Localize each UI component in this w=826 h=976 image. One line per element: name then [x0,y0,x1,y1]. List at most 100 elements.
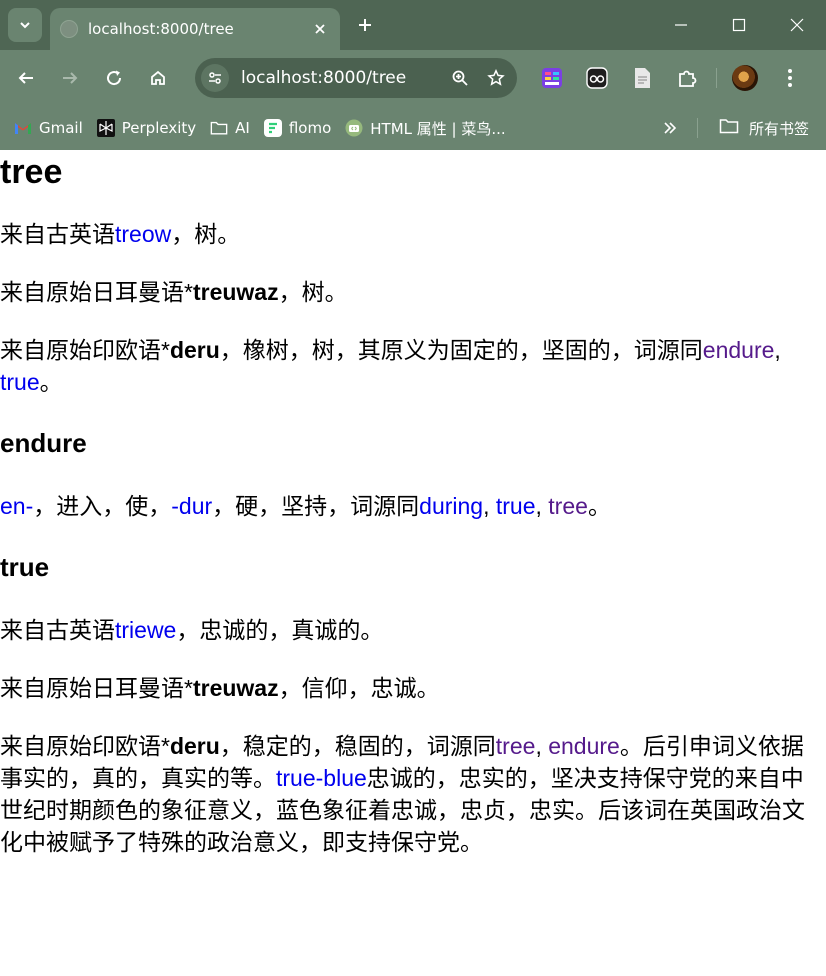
bookmarks-bar: Gmail Perplexity AI flomo HTML 属性 | 菜鸟..… [0,106,826,150]
link-tree[interactable]: tree [548,493,588,519]
home-icon [151,70,165,85]
tab-bar: localhost:8000/tree [0,0,826,50]
tree-paragraph-2: 来自原始日耳曼语*treuwaz，树。 [0,276,826,308]
toolbar: localhost:8000/tree [0,50,826,106]
link-true-blue[interactable]: true-blue [276,765,367,791]
text: ，信仰，忠诚。 [278,675,440,701]
text: , [483,493,496,519]
maximize-icon [732,18,746,32]
tab-title: localhost:8000/tree [88,20,234,38]
zoom-icon[interactable] [445,63,475,93]
extension-glasses-icon[interactable] [579,60,615,96]
bookmark-label: flomo [288,119,332,137]
tree-paragraph-1: 来自古英语treow，树。 [0,218,826,250]
text: 来自原始印欧语* [0,337,170,363]
bookmark-label: AI [235,119,250,137]
bookmark-perplexity[interactable]: Perplexity [96,119,197,137]
bold-root: deru [169,337,220,363]
link-triewe[interactable]: triewe [115,617,176,643]
true-paragraph-2: 来自原始日耳曼语*treuwaz，信仰，忠诚。 [0,672,826,704]
true-paragraph-1: 来自古英语triewe，忠诚的，真诚的。 [0,614,826,646]
tree-paragraph-3: 来自原始印欧语*deru，橡树，树，其原义为固定的，坚固的，词源同endure,… [0,334,826,398]
address-bar[interactable]: localhost:8000/tree [195,58,517,98]
minimize-icon [675,24,687,26]
link-endure[interactable]: endure [703,337,775,363]
link-endure[interactable]: endure [548,733,620,759]
perplexity-icon [96,119,115,137]
text: 。 [587,493,611,519]
link-dur[interactable]: -dur [171,493,212,519]
close-icon[interactable] [310,19,330,39]
minimize-button[interactable] [652,0,710,50]
text: 来自原始日耳曼语* [0,675,193,701]
link-during[interactable]: during [419,493,483,519]
tab-active[interactable]: localhost:8000/tree [50,8,340,50]
all-bookmarks-button[interactable]: 所有书签 [719,106,809,150]
runoob-icon [345,119,363,137]
bookmark-gmail[interactable]: Gmail [14,119,83,137]
bookmark-flomo[interactable]: flomo [263,119,332,137]
close-window-button[interactable] [768,0,826,50]
bold-root: treuwaz [192,279,279,305]
extensions-area [534,60,817,96]
site-info-icon[interactable] [201,64,229,92]
window-controls [652,0,826,50]
extension-doc-icon[interactable] [624,60,660,96]
bookmark-runoob[interactable]: HTML 属性 | 菜鸟... [345,118,506,139]
true-paragraph-3: 来自原始印欧语*deru，稳定的，稳固的，词源同tree, endure。后引申… [0,730,826,858]
back-icon [18,72,33,84]
puzzle-icon[interactable] [669,60,705,96]
flomo-icon [263,119,282,137]
text: 来自原始印欧语* [0,733,170,759]
home-button[interactable] [140,60,176,96]
chevron-double-right-icon [664,122,677,134]
heading-true: true [0,552,50,582]
bold-root: deru [169,733,220,759]
toolbar-separator [716,68,717,88]
url-text[interactable]: localhost:8000/tree [241,68,445,88]
profile-avatar[interactable] [727,60,763,96]
text: ，橡树，树，其原义为固定的，坚固的，词源同 [219,337,703,363]
star-icon[interactable] [481,63,511,93]
text: ，进入，使， [33,493,172,519]
reload-button[interactable] [96,60,132,96]
bookmark-label: Gmail [39,119,83,137]
close-window-icon [790,18,804,32]
chevron-down-icon [20,22,30,29]
page-title: tree [0,153,63,191]
maximize-button[interactable] [710,0,768,50]
page-content: tree 来自古英语treow，树。 来自原始日耳曼语*treuwaz，树。 来… [0,150,826,858]
new-tab-button[interactable] [350,10,380,40]
text: , [774,337,781,363]
text: 来自原始日耳曼语* [0,279,193,305]
bookmarks-separator [697,118,698,138]
link-true[interactable]: true [496,493,536,519]
bookmark-label: Perplexity [121,119,197,137]
bookmark-label: HTML 属性 | 菜鸟... [370,119,506,138]
back-button[interactable] [8,60,44,96]
link-true[interactable]: true [0,369,40,395]
bookmarks-overflow-button[interactable] [658,116,682,140]
link-tree[interactable]: tree [496,733,536,759]
endure-paragraph: en-，进入，使，-dur，硬，坚持，词源同during, true, tree… [0,490,826,522]
avatar [732,65,758,91]
text: 来自古英语 [0,617,115,643]
text: ，稳定的，稳固的，词源同 [219,733,496,759]
menu-button[interactable] [772,60,808,96]
search-tabs-button[interactable] [8,8,42,42]
menu-icon [788,69,792,87]
text: , [535,733,549,759]
forward-button[interactable] [52,60,88,96]
folder-icon [719,118,739,138]
text: 。 [39,369,63,395]
heading-endure: endure [0,428,87,458]
link-en[interactable]: en- [0,493,33,519]
globe-icon [60,20,78,38]
all-bookmarks-label: 所有书签 [749,119,810,138]
text: 来自古英语 [0,221,115,247]
link-treow[interactable]: treow [115,221,171,247]
extension-colorful-icon[interactable] [534,60,570,96]
plus-icon [359,19,371,31]
bookmark-folder-ai[interactable]: AI [210,119,250,137]
text: , [535,493,549,519]
